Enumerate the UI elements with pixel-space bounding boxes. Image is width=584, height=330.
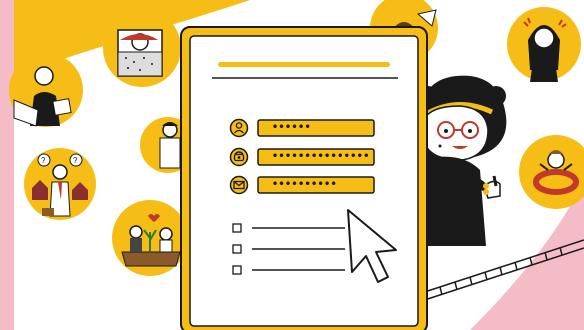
email-field-value: •••••••••• (272, 179, 338, 190)
phone-icon (229, 147, 249, 167)
svg-text:?: ? (73, 156, 78, 165)
username-field-value: •••••• (272, 122, 312, 133)
illustration-stage: ? ? •••••• ••••••••••••••• •••••••••• (0, 0, 584, 330)
illustration-canvas: ? ? (9, 0, 584, 330)
checkbox[interactable] (232, 265, 242, 275)
couple-with-plant-portrait (112, 200, 188, 276)
title-bar (218, 62, 390, 67)
phone-field-value: ••••••••••••••• (272, 151, 370, 162)
checkbox[interactable] (232, 244, 242, 254)
checkbox[interactable] (232, 223, 242, 233)
woman-with-papers-portrait (9, 53, 83, 127)
user-icon (229, 118, 249, 138)
person-sleeping-in-bed-portrait (103, 9, 181, 87)
mail-icon (229, 175, 249, 195)
confused-man-with-houses-portrait: ? ? (24, 148, 96, 220)
svg-text:?: ? (41, 156, 46, 165)
